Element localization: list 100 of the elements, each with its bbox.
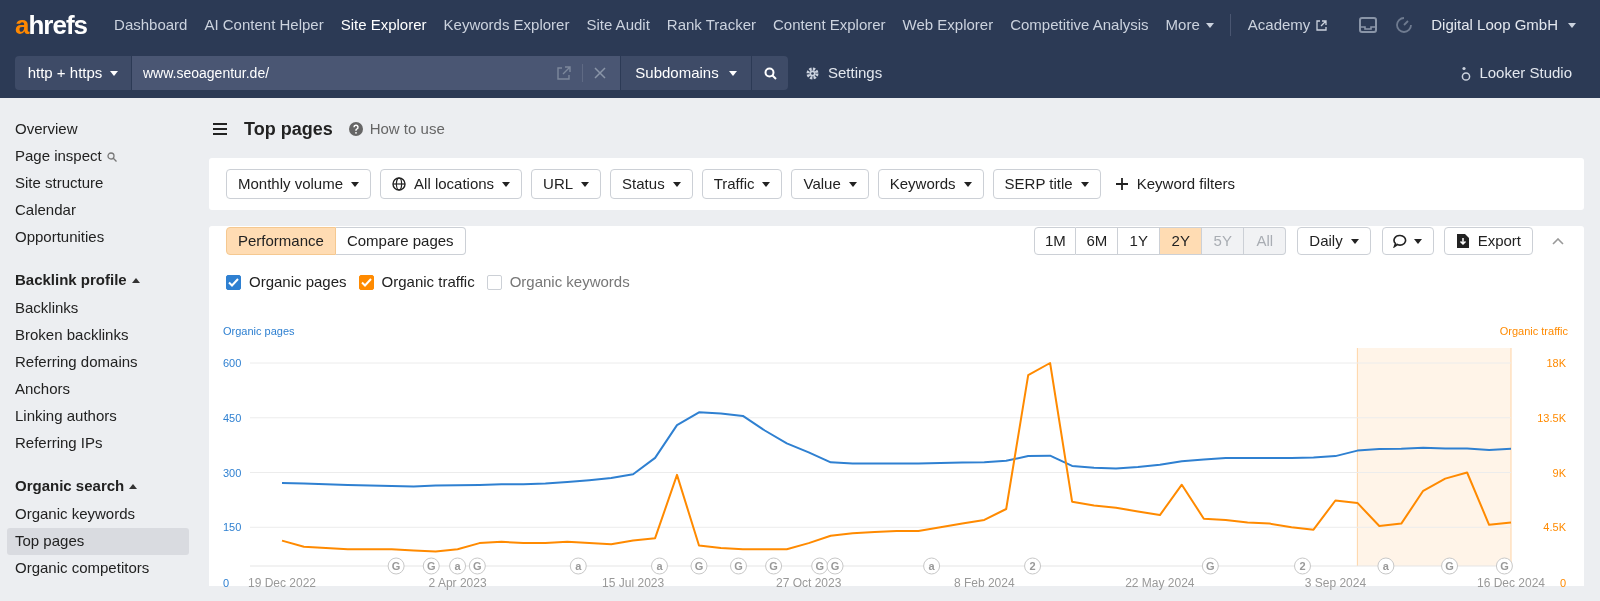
tick-label: 9K xyxy=(1552,466,1566,479)
nav-link[interactable]: Competitive Analysis xyxy=(1010,13,1149,37)
academy-link[interactable]: Academy xyxy=(1247,13,1328,37)
checkbox[interactable] xyxy=(226,274,241,290)
filter-dropdown[interactable]: All locations xyxy=(380,169,523,199)
metric-checkbox[interactable]: Organic keywords xyxy=(486,270,630,294)
range-button[interactable]: 2Y xyxy=(1160,227,1203,255)
sidebar-item[interactable]: Organic competitors xyxy=(7,555,189,582)
tick-label: 16 Dec 2024 xyxy=(1476,576,1546,590)
caret-up-icon xyxy=(129,483,138,489)
how-to-use-link[interactable]: How to use xyxy=(348,117,445,141)
filter-dropdown[interactable]: Monthly volume xyxy=(226,169,372,199)
tick-label: 13.5K xyxy=(1537,411,1566,424)
range-button[interactable]: 1Y xyxy=(1118,227,1161,255)
nav-link[interactable]: Web Explorer xyxy=(902,13,994,37)
interval-dropdown[interactable]: Daily xyxy=(1297,227,1371,255)
settings-button[interactable]: Settings xyxy=(805,61,883,85)
collapse-icon xyxy=(1552,237,1564,245)
section-header[interactable]: Backlink profile xyxy=(7,268,148,292)
metric-checkbox[interactable]: Organic traffic xyxy=(358,270,475,294)
annotations-dropdown[interactable] xyxy=(1381,227,1434,255)
tick-label: 3 Sep 2024 xyxy=(1304,576,1367,590)
tick-label: 27 Oct 2023 xyxy=(776,576,842,590)
menu-icon xyxy=(213,123,227,135)
caret-icon xyxy=(1568,22,1576,28)
range-button[interactable]: 6M xyxy=(1076,227,1119,255)
tab[interactable]: Performance xyxy=(226,227,336,255)
checkbox[interactable] xyxy=(358,274,374,290)
sidebar-item[interactable]: Opportunities xyxy=(7,224,189,251)
caret-icon xyxy=(1350,238,1359,244)
nav-link[interactable]: AI Content Helper xyxy=(204,13,324,37)
sidebar-item[interactable]: Broken backlinks xyxy=(7,322,189,349)
page-title: Top pages xyxy=(244,117,333,141)
caret-icon xyxy=(581,181,590,187)
search-button[interactable] xyxy=(751,56,788,90)
sidebar-item[interactable]: Page inspect xyxy=(7,143,189,170)
sidebar-item[interactable]: Top pages xyxy=(7,528,189,555)
caret-icon xyxy=(502,181,511,187)
search-icon xyxy=(763,66,777,80)
caret-icon xyxy=(351,181,360,187)
sidebar-item[interactable]: Backlinks xyxy=(7,295,189,322)
sidebar-item[interactable]: Linking authors xyxy=(7,403,189,430)
caret-icon xyxy=(1205,22,1214,28)
tick-label: 18K xyxy=(1546,357,1566,369)
nav-link[interactable]: Dashboard xyxy=(114,13,188,37)
sidebar-item[interactable]: Site structure xyxy=(7,170,189,197)
sidebar-item[interactable]: Referring domains xyxy=(7,349,189,376)
metric-checkbox[interactable]: Organic pages xyxy=(226,270,347,294)
nav-link[interactable]: Rank Tracker xyxy=(666,13,757,37)
nav-link[interactable]: Keywords Explorer xyxy=(443,13,570,37)
sidebar-item[interactable]: Overview xyxy=(7,116,189,143)
open-link-icon xyxy=(557,66,571,80)
keyword-filters-button[interactable]: Keyword filters xyxy=(1115,172,1236,196)
range-button[interactable]: 1M xyxy=(1034,227,1077,255)
clear-icon xyxy=(594,67,606,79)
tick-label: 600 xyxy=(223,357,242,369)
tab[interactable]: Compare pages xyxy=(335,227,466,255)
filter-dropdown[interactable]: Traffic xyxy=(701,169,783,199)
protocol-dropdown[interactable]: http + https xyxy=(15,56,131,90)
sidebar-item[interactable]: Calendar xyxy=(7,197,189,224)
globe-icon xyxy=(392,177,407,191)
sidebar-item[interactable]: Anchors xyxy=(7,376,189,403)
tick-label: 15 Jul 2023 xyxy=(602,576,665,590)
caret-icon xyxy=(762,181,771,187)
tick-label: 0 xyxy=(1559,577,1566,589)
sidebar-item[interactable]: Referring IPs xyxy=(7,430,189,457)
caret-icon xyxy=(1080,181,1089,187)
caret-icon xyxy=(728,70,737,76)
caret-up-icon xyxy=(131,277,140,283)
tick-label: 8 Feb 2024 xyxy=(953,576,1015,590)
nav-link[interactable]: Content Explorer xyxy=(773,13,886,37)
axis-title: Organic traffic xyxy=(1499,325,1568,337)
filter-dropdown[interactable]: Status xyxy=(610,169,693,199)
tick-label: 0 xyxy=(223,577,230,589)
account-menu[interactable]: Digital Loop GmbH xyxy=(1431,13,1576,37)
tick-label: 19 Dec 2022 xyxy=(247,576,317,590)
caret-icon xyxy=(110,70,119,76)
sidebar-item[interactable]: Organic keywords xyxy=(7,501,189,528)
gauge-icon xyxy=(1395,16,1414,34)
caret-icon xyxy=(963,181,972,187)
comment-icon xyxy=(1393,234,1408,248)
nav-link[interactable]: Site Audit xyxy=(586,13,650,37)
more-menu[interactable]: More xyxy=(1165,13,1214,37)
plus-icon xyxy=(1115,178,1128,190)
logo[interactable]: ahrefs xyxy=(15,12,88,38)
inbox-icon xyxy=(1359,17,1378,33)
section-header[interactable]: Organic search xyxy=(7,474,146,498)
tick-label: 450 xyxy=(223,411,242,424)
url-input[interactable]: www.seoagentur.de/ xyxy=(143,56,557,90)
url-field[interactable]: www.seoagentur.de/ xyxy=(131,56,620,90)
nav-link[interactable]: Site Explorer xyxy=(340,13,427,37)
looker-studio-button[interactable]: Looker Studio xyxy=(1461,61,1572,85)
export-button[interactable]: Export xyxy=(1443,227,1533,255)
tick-label: 4.5K xyxy=(1543,521,1566,534)
subdomains-dropdown[interactable]: Subdomains xyxy=(620,56,751,90)
filter-dropdown[interactable]: Keywords xyxy=(877,169,984,199)
filter-dropdown[interactable]: SERP title xyxy=(992,169,1101,199)
filter-dropdown[interactable]: URL xyxy=(531,169,602,199)
tick-label: 300 xyxy=(223,466,242,479)
filter-dropdown[interactable]: Value xyxy=(791,169,869,199)
